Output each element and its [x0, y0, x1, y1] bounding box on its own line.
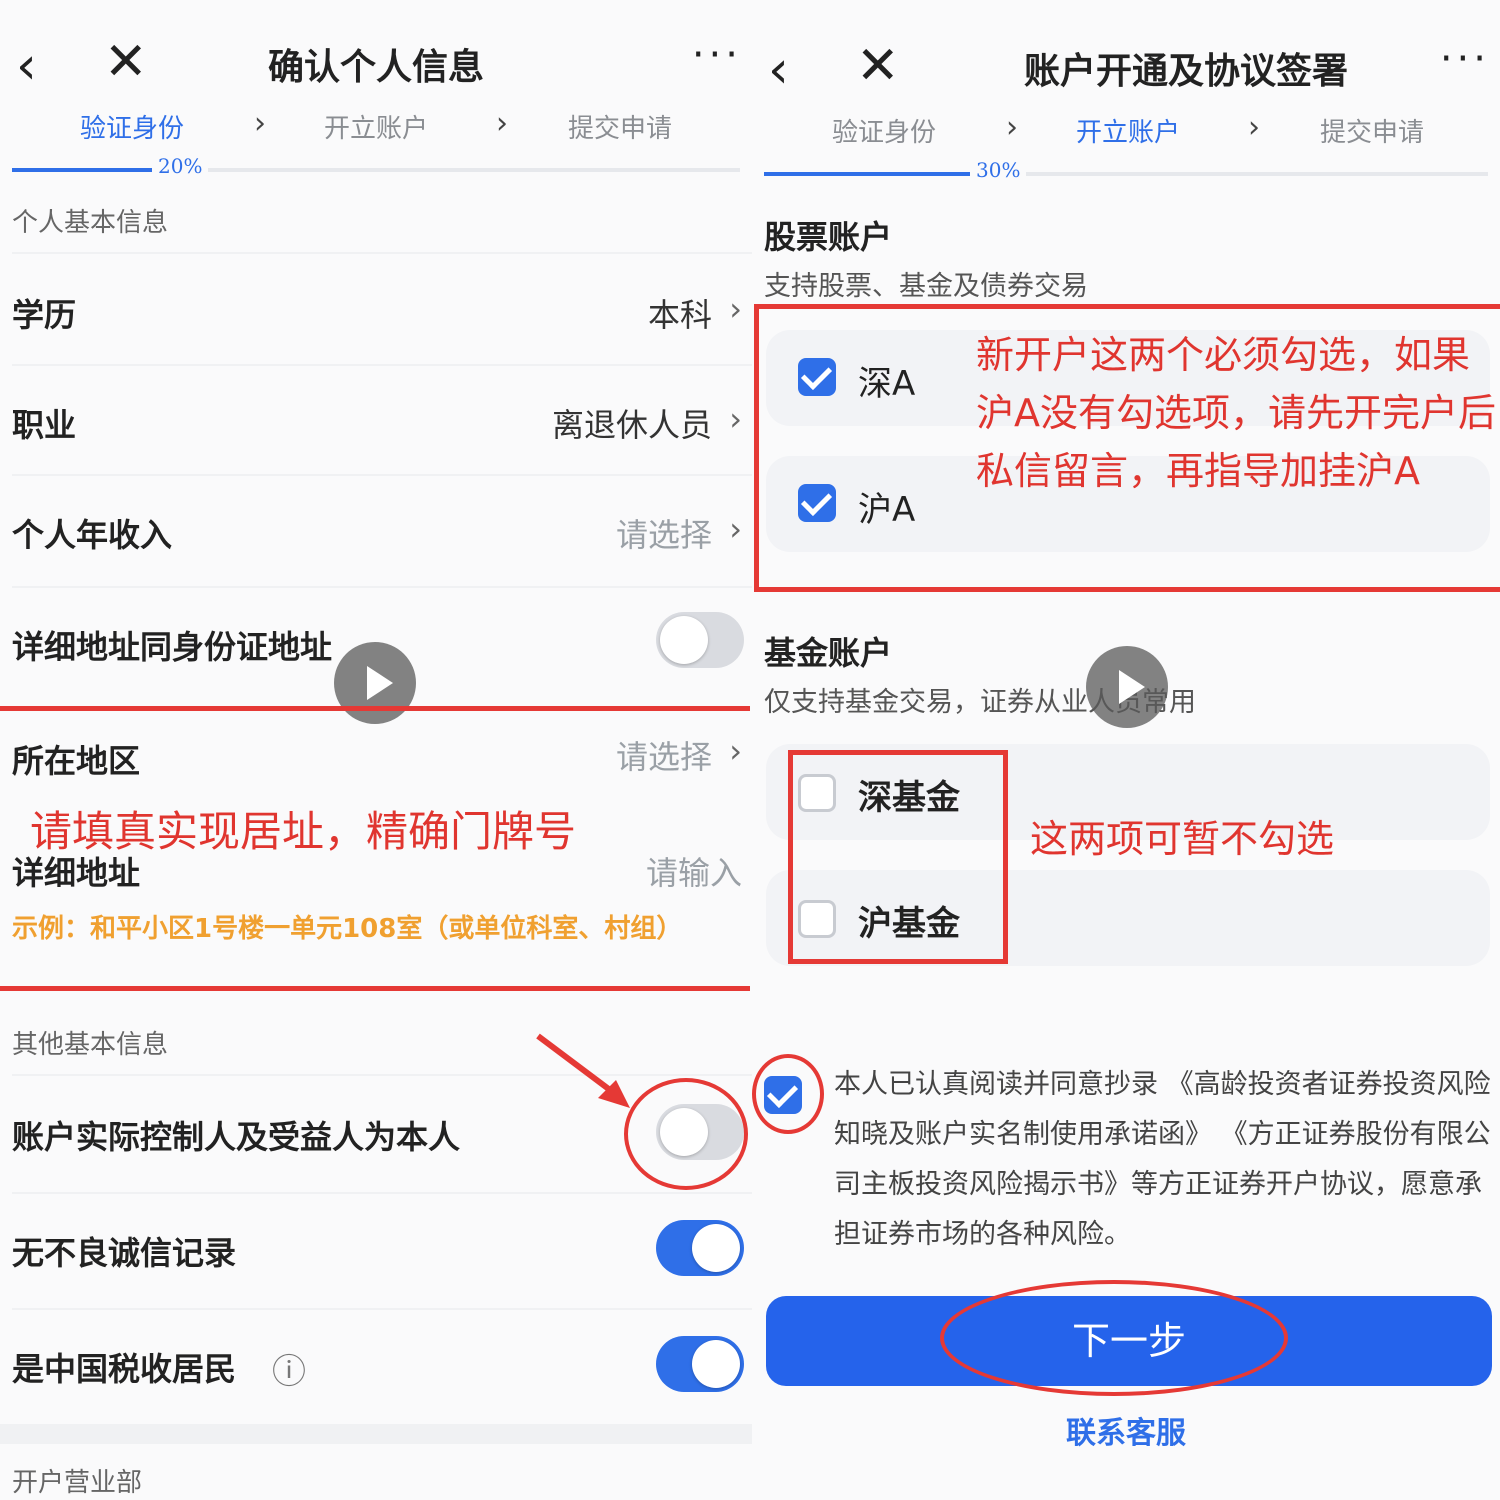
address-input[interactable]: 请输入: [646, 848, 742, 894]
annotation-arrow-icon: [536, 1033, 630, 1108]
annotation-line-bottom: [0, 986, 750, 991]
section-title-branch: 开户营业部: [12, 1468, 143, 1498]
section-title-basic: 个人基本信息: [12, 208, 169, 238]
annotation-box-fund: [788, 750, 1008, 964]
step-arrow-icon: ›: [254, 106, 266, 141]
tax-resident-toggle[interactable]: [656, 1336, 744, 1392]
step-arrow-icon: ›: [496, 106, 508, 141]
row-region[interactable]: 所在地区 请选择 ›: [0, 706, 752, 806]
row-value: 本科: [647, 296, 712, 334]
row-value: 请选择: [615, 738, 712, 776]
stock-account-title: 股票账户: [764, 218, 893, 256]
divider: [12, 1192, 752, 1194]
row-credit-record: 无不良诚信记录: [0, 1198, 752, 1298]
nav-bar: ‹ ✕ 账户开通及协议签署 ···: [752, 26, 1500, 106]
play-triangle: [367, 666, 393, 700]
divider: [12, 1074, 752, 1076]
contact-service-link[interactable]: 联系客服: [752, 1408, 1500, 1452]
personal-info-screen: ‹ ✕ 确认个人信息 ··· 验证身份 › 开立账户 › 提交申请 20% 个人…: [0, 0, 752, 1500]
credit-record-toggle[interactable]: [656, 1220, 744, 1276]
toggle-knob: [692, 1340, 740, 1388]
chevron-right-icon: ›: [729, 290, 742, 328]
agreement-text: 本人已认真阅读并同意抄录 《高龄投资者证券投资风险知晓及账户实名制使用承诺函》 …: [834, 1069, 1491, 1250]
row-label: 个人年收入: [12, 516, 173, 554]
annotation-stock: 新开户这两个必须勾选，如果沪A没有勾选项，请先开完户后私信留言，再指导加挂沪A: [976, 333, 1496, 493]
chevron-right-icon: ›: [729, 400, 742, 438]
step-indicator: 验证身份 › 开立账户 › 提交申请: [752, 110, 1500, 152]
more-icon[interactable]: ···: [692, 32, 742, 78]
play-icon[interactable]: [1086, 646, 1168, 728]
toggle-knob: [692, 1224, 740, 1272]
play-triangle: [1119, 670, 1145, 704]
row-label: 所在地区: [12, 742, 141, 780]
divider: [12, 252, 752, 254]
step-open-account: 开立账户: [324, 114, 429, 144]
row-education[interactable]: 学历 本科 ›: [0, 260, 752, 360]
stock-account-desc: 支持股票、基金及债券交易: [764, 271, 1088, 302]
row-value: 离退休人员: [551, 406, 712, 444]
row-value: 请选择: [615, 516, 712, 554]
account-open-screen: ‹ ✕ 账户开通及协议签署 ··· 验证身份 › 开立账户 › 提交申请 30%…: [752, 0, 1500, 1500]
page-title: 账户开通及协议签署: [1023, 51, 1348, 92]
address-hint: 示例：和平小区1号楼一单元108室（或单位科室、村组）: [12, 914, 683, 944]
info-icon[interactable]: ⓘ: [272, 1344, 306, 1393]
same-address-toggle[interactable]: [656, 612, 744, 668]
row-label: 详细地址同身份证地址: [12, 628, 333, 666]
step-submit: 提交申请: [1320, 118, 1425, 148]
step-arrow-icon: ›: [1006, 110, 1018, 145]
section-title-other: 其他基本信息: [12, 1030, 169, 1060]
progress-bar: 30%: [764, 158, 1488, 182]
divider: [12, 474, 752, 476]
row-label: 账户实际控制人及受益人为本人: [12, 1118, 461, 1156]
annotation-circle-toggle: [624, 1078, 748, 1190]
chevron-right-icon: ›: [729, 510, 742, 548]
divider: [12, 586, 752, 588]
annotation-circle-next: [940, 1280, 1288, 1396]
section-gap: [0, 1424, 752, 1444]
chevron-right-icon: ›: [729, 732, 742, 770]
annotation-circle-checkbox: [752, 1054, 824, 1134]
step-indicator: 验证身份 › 开立账户 › 提交申请: [0, 106, 752, 148]
annotation-fund: 这两项可暂不勾选: [1030, 817, 1335, 861]
progress-percent: 30%: [970, 158, 1027, 182]
more-icon[interactable]: ···: [1440, 36, 1490, 82]
row-detail-address[interactable]: 详细地址 请输入 示例：和平小区1号楼一单元108室（或单位科室、村组）: [0, 818, 752, 968]
step-arrow-icon: ›: [1248, 110, 1260, 145]
row-label: 详细地址: [12, 854, 141, 892]
divider: [12, 364, 752, 366]
step-submit: 提交申请: [568, 114, 673, 144]
back-icon[interactable]: ‹: [768, 40, 789, 100]
fund-account-title: 基金账户: [764, 634, 893, 672]
page-title: 确认个人信息: [267, 47, 484, 88]
progress-fill: [12, 168, 158, 172]
progress-percent: 20%: [152, 154, 209, 178]
progress-bar: 20%: [12, 154, 740, 178]
row-label: 是中国税收居民: [12, 1350, 237, 1388]
row-annual-income[interactable]: 个人年收入 请选择 ›: [0, 480, 752, 580]
step-verify: 验证身份: [832, 118, 937, 148]
step-open-account: 开立账户: [1076, 118, 1181, 148]
row-label: 职业: [12, 406, 77, 444]
progress-fill: [764, 172, 982, 176]
row-label: 学历: [12, 296, 77, 334]
toggle-knob: [660, 616, 708, 664]
row-occupation[interactable]: 职业 离退休人员 ›: [0, 370, 752, 470]
row-label: 无不良诚信记录: [12, 1234, 237, 1272]
step-verify: 验证身份: [80, 114, 185, 144]
divider: [12, 1308, 752, 1310]
nav-bar: ‹ ✕ 确认个人信息 ···: [0, 22, 752, 102]
row-tax-resident: 是中国税收居民 ⓘ: [0, 1314, 752, 1414]
